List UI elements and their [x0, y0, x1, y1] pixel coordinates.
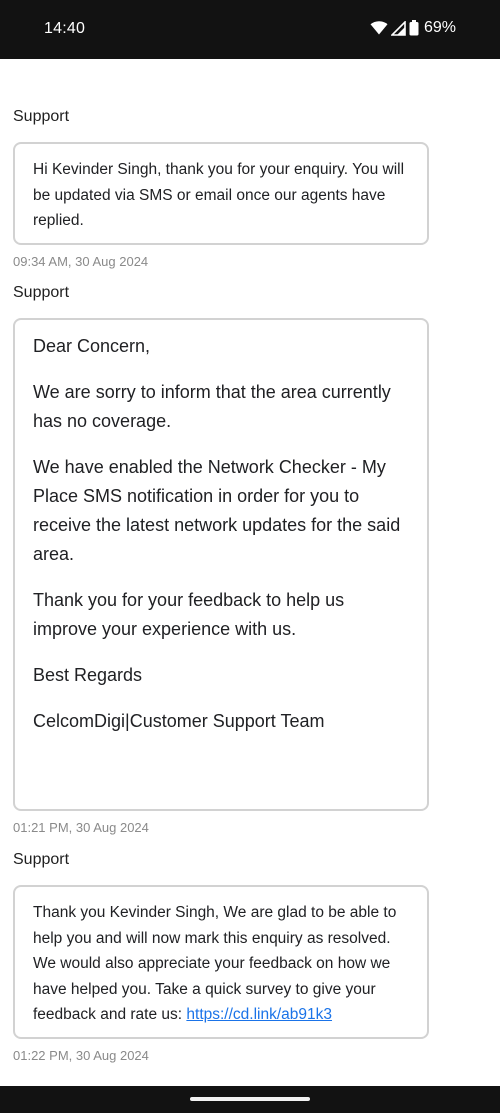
signal-icon — [390, 20, 406, 36]
message-timestamp: 01:22 PM, 30 Aug 2024 — [13, 1048, 149, 1063]
message-text: Hi Kevinder Singh, thank you for your en… — [33, 161, 405, 229]
status-icons: 69% — [370, 19, 456, 37]
message-timestamp: 01:21 PM, 30 Aug 2024 — [13, 820, 149, 835]
message-bubble[interactable]: Thank you Kevinder Singh, We are glad to… — [13, 885, 429, 1039]
message-paragraph: We have enabled the Network Checker - My… — [33, 457, 401, 564]
message-paragraph: CelcomDigi|Customer Support Team — [33, 711, 325, 731]
home-gesture-handle[interactable] — [190, 1097, 310, 1101]
survey-link[interactable]: https://cd.link/ab91k3 — [186, 1006, 332, 1023]
message-sender: Support — [13, 284, 70, 301]
navigation-bar — [0, 1086, 500, 1113]
message-paragraph: Best Regards — [33, 665, 143, 685]
message-paragraph: Dear Concern, — [33, 336, 151, 356]
message-timestamp: 09:34 AM, 30 Aug 2024 — [13, 254, 149, 269]
battery-percentage: 69% — [423, 19, 456, 36]
wifi-icon — [370, 21, 388, 35]
status-time: 14:40 — [44, 20, 86, 37]
message-bubble[interactable]: Hi Kevinder Singh, thank you for your en… — [13, 142, 429, 245]
battery-icon — [409, 20, 419, 36]
message-bubble[interactable]: Dear Concern, We are sorry to inform tha… — [13, 318, 429, 811]
message-paragraph: Thank you for your feedback to help us i… — [33, 590, 345, 639]
status-bar: 14:40 69% — [0, 0, 500, 59]
message-sender: Support — [13, 851, 70, 868]
message-sender: Support — [13, 108, 70, 125]
message-paragraph: We are sorry to inform that the area cur… — [33, 382, 391, 431]
